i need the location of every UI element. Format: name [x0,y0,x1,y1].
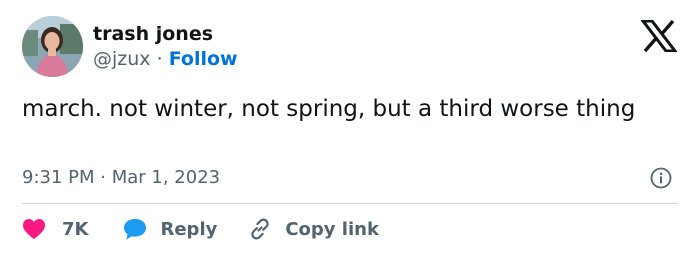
heart-icon [23,219,45,239]
avatar[interactable] [22,16,83,77]
reply-label: Reply [160,218,218,240]
divider [22,203,678,204]
like-button[interactable]: 7K [22,218,88,240]
follow-button[interactable]: Follow [169,48,238,70]
action-bar: 7K Reply Copy link [22,214,379,244]
x-logo-icon[interactable] [641,20,677,52]
copy-link-button[interactable]: Copy link [247,216,379,242]
tweet-card: trash jones @jzux · Follow march. not wi… [0,0,700,256]
handle-separator: · [156,48,169,70]
author-meta: @jzux · Follow [93,47,238,71]
timestamp-separator: · [100,167,112,188]
tweet-text: march. not winter, not spring, but a thi… [22,96,636,122]
tweet-time: 9:31 PM [22,167,95,188]
avatar-photo [22,16,83,77]
like-count: 7K [62,218,89,240]
author-handle[interactable]: @jzux [93,48,151,70]
tweet-date: Mar 1, 2023 [111,167,221,188]
tweet-timestamp[interactable]: 9:31 PM · Mar 1, 2023 [22,166,220,190]
author-name[interactable]: trash jones [93,22,213,46]
reply-button[interactable]: Reply [122,217,217,241]
speech-bubble-icon [124,219,147,240]
copy-link-label: Copy link [285,218,379,240]
info-icon[interactable] [650,167,672,189]
link-icon [251,218,270,240]
